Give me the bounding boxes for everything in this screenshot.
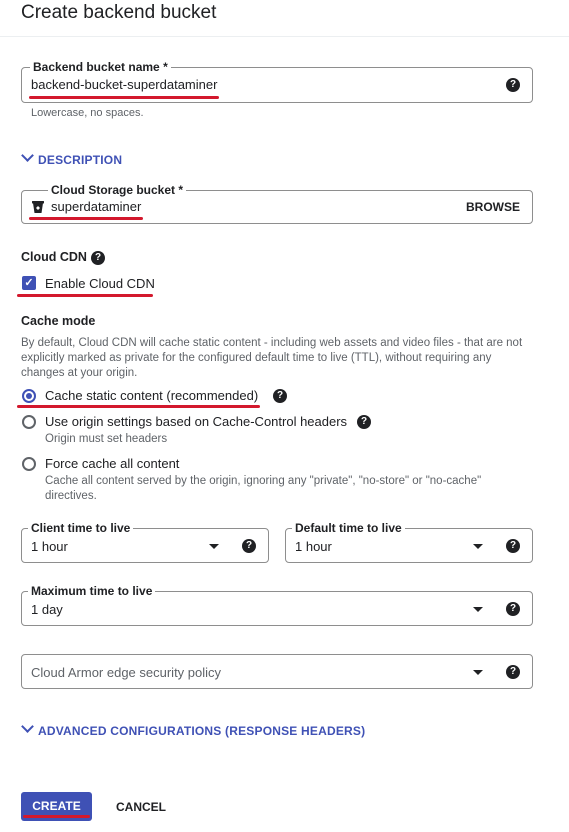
default-ttl-select[interactable]: Default time to live 1 hour ?: [285, 521, 533, 563]
annotation-underline: [17, 294, 153, 297]
cloud-armor-policy-select[interactable]: Cloud Armor edge security policy ?: [21, 654, 533, 689]
annotation-underline: [29, 217, 143, 220]
force-cache-label[interactable]: Force cache all content: [45, 456, 179, 471]
cache-static-radio[interactable]: [22, 389, 36, 403]
storage-bucket-icon: [31, 200, 45, 214]
max-ttl-select[interactable]: Maximum time to live 1 day ?: [21, 584, 533, 626]
help-icon[interactable]: ?: [506, 602, 520, 616]
cloud-armor-policy-placeholder: Cloud Armor edge security policy: [31, 665, 222, 680]
header-divider: [0, 36, 569, 37]
cloud-storage-bucket-input[interactable]: superdataminer: [51, 199, 141, 214]
use-origin-settings-label[interactable]: Use origin settings based on Cache-Contr…: [45, 414, 347, 429]
dropdown-arrow-icon[interactable]: [473, 607, 483, 612]
description-toggle[interactable]: DESCRIPTION: [38, 153, 122, 167]
client-ttl-select[interactable]: Client time to live 1 hour ?: [21, 521, 269, 563]
max-ttl-label: Maximum time to live: [28, 584, 156, 598]
cache-mode-description: By default, Cloud CDN will cache static …: [21, 337, 523, 379]
dropdown-arrow-icon[interactable]: [209, 544, 219, 549]
browse-button[interactable]: BROWSE: [466, 200, 520, 214]
help-icon[interactable]: ?: [357, 415, 371, 429]
client-ttl-value: 1 hour: [31, 539, 68, 554]
annotation-underline: [29, 96, 219, 99]
help-icon[interactable]: ?: [242, 539, 256, 553]
backend-bucket-name-hint: Lowercase, no spaces.: [31, 107, 144, 119]
advanced-configurations-toggle[interactable]: ADVANCED CONFIGURATIONS (RESPONSE HEADER…: [38, 724, 365, 738]
enable-cloud-cdn-label[interactable]: Enable Cloud CDN: [45, 276, 155, 291]
cloud-cdn-heading: Cloud CDN: [21, 250, 87, 264]
backend-bucket-name-input[interactable]: backend-bucket-superdataminer: [31, 77, 217, 92]
use-origin-settings-radio[interactable]: [22, 415, 36, 429]
default-ttl-value: 1 hour: [295, 539, 332, 554]
dropdown-arrow-icon[interactable]: [473, 544, 483, 549]
help-icon[interactable]: ?: [91, 251, 105, 265]
force-cache-radio[interactable]: [22, 457, 36, 471]
annotation-underline: [23, 815, 90, 818]
help-icon[interactable]: ?: [506, 665, 520, 679]
default-ttl-label: Default time to live: [292, 521, 405, 535]
page-title: Create backend bucket: [21, 2, 217, 23]
enable-cloud-cdn-checkbox[interactable]: ✓: [22, 276, 36, 290]
use-origin-settings-sub: Origin must set headers: [45, 433, 168, 445]
force-cache-sub: Cache all content served by the origin, …: [45, 475, 482, 502]
max-ttl-value: 1 day: [31, 602, 63, 617]
annotation-underline: [17, 405, 260, 408]
dropdown-arrow-icon[interactable]: [473, 670, 483, 675]
client-ttl-label: Client time to live: [28, 521, 134, 535]
help-icon[interactable]: ?: [273, 389, 287, 403]
chevron-down-icon[interactable]: [21, 149, 34, 162]
cache-mode-heading: Cache mode: [21, 314, 96, 328]
cancel-button[interactable]: CANCEL: [116, 800, 166, 814]
cloud-storage-bucket-label: Cloud Storage bucket *: [48, 183, 187, 197]
chevron-down-icon[interactable]: [21, 720, 34, 733]
cache-static-label[interactable]: Cache static content (recommended): [45, 388, 258, 403]
backend-bucket-name-label: Backend bucket name *: [30, 60, 171, 74]
help-icon[interactable]: ?: [506, 539, 520, 553]
help-icon[interactable]: ?: [506, 78, 520, 92]
